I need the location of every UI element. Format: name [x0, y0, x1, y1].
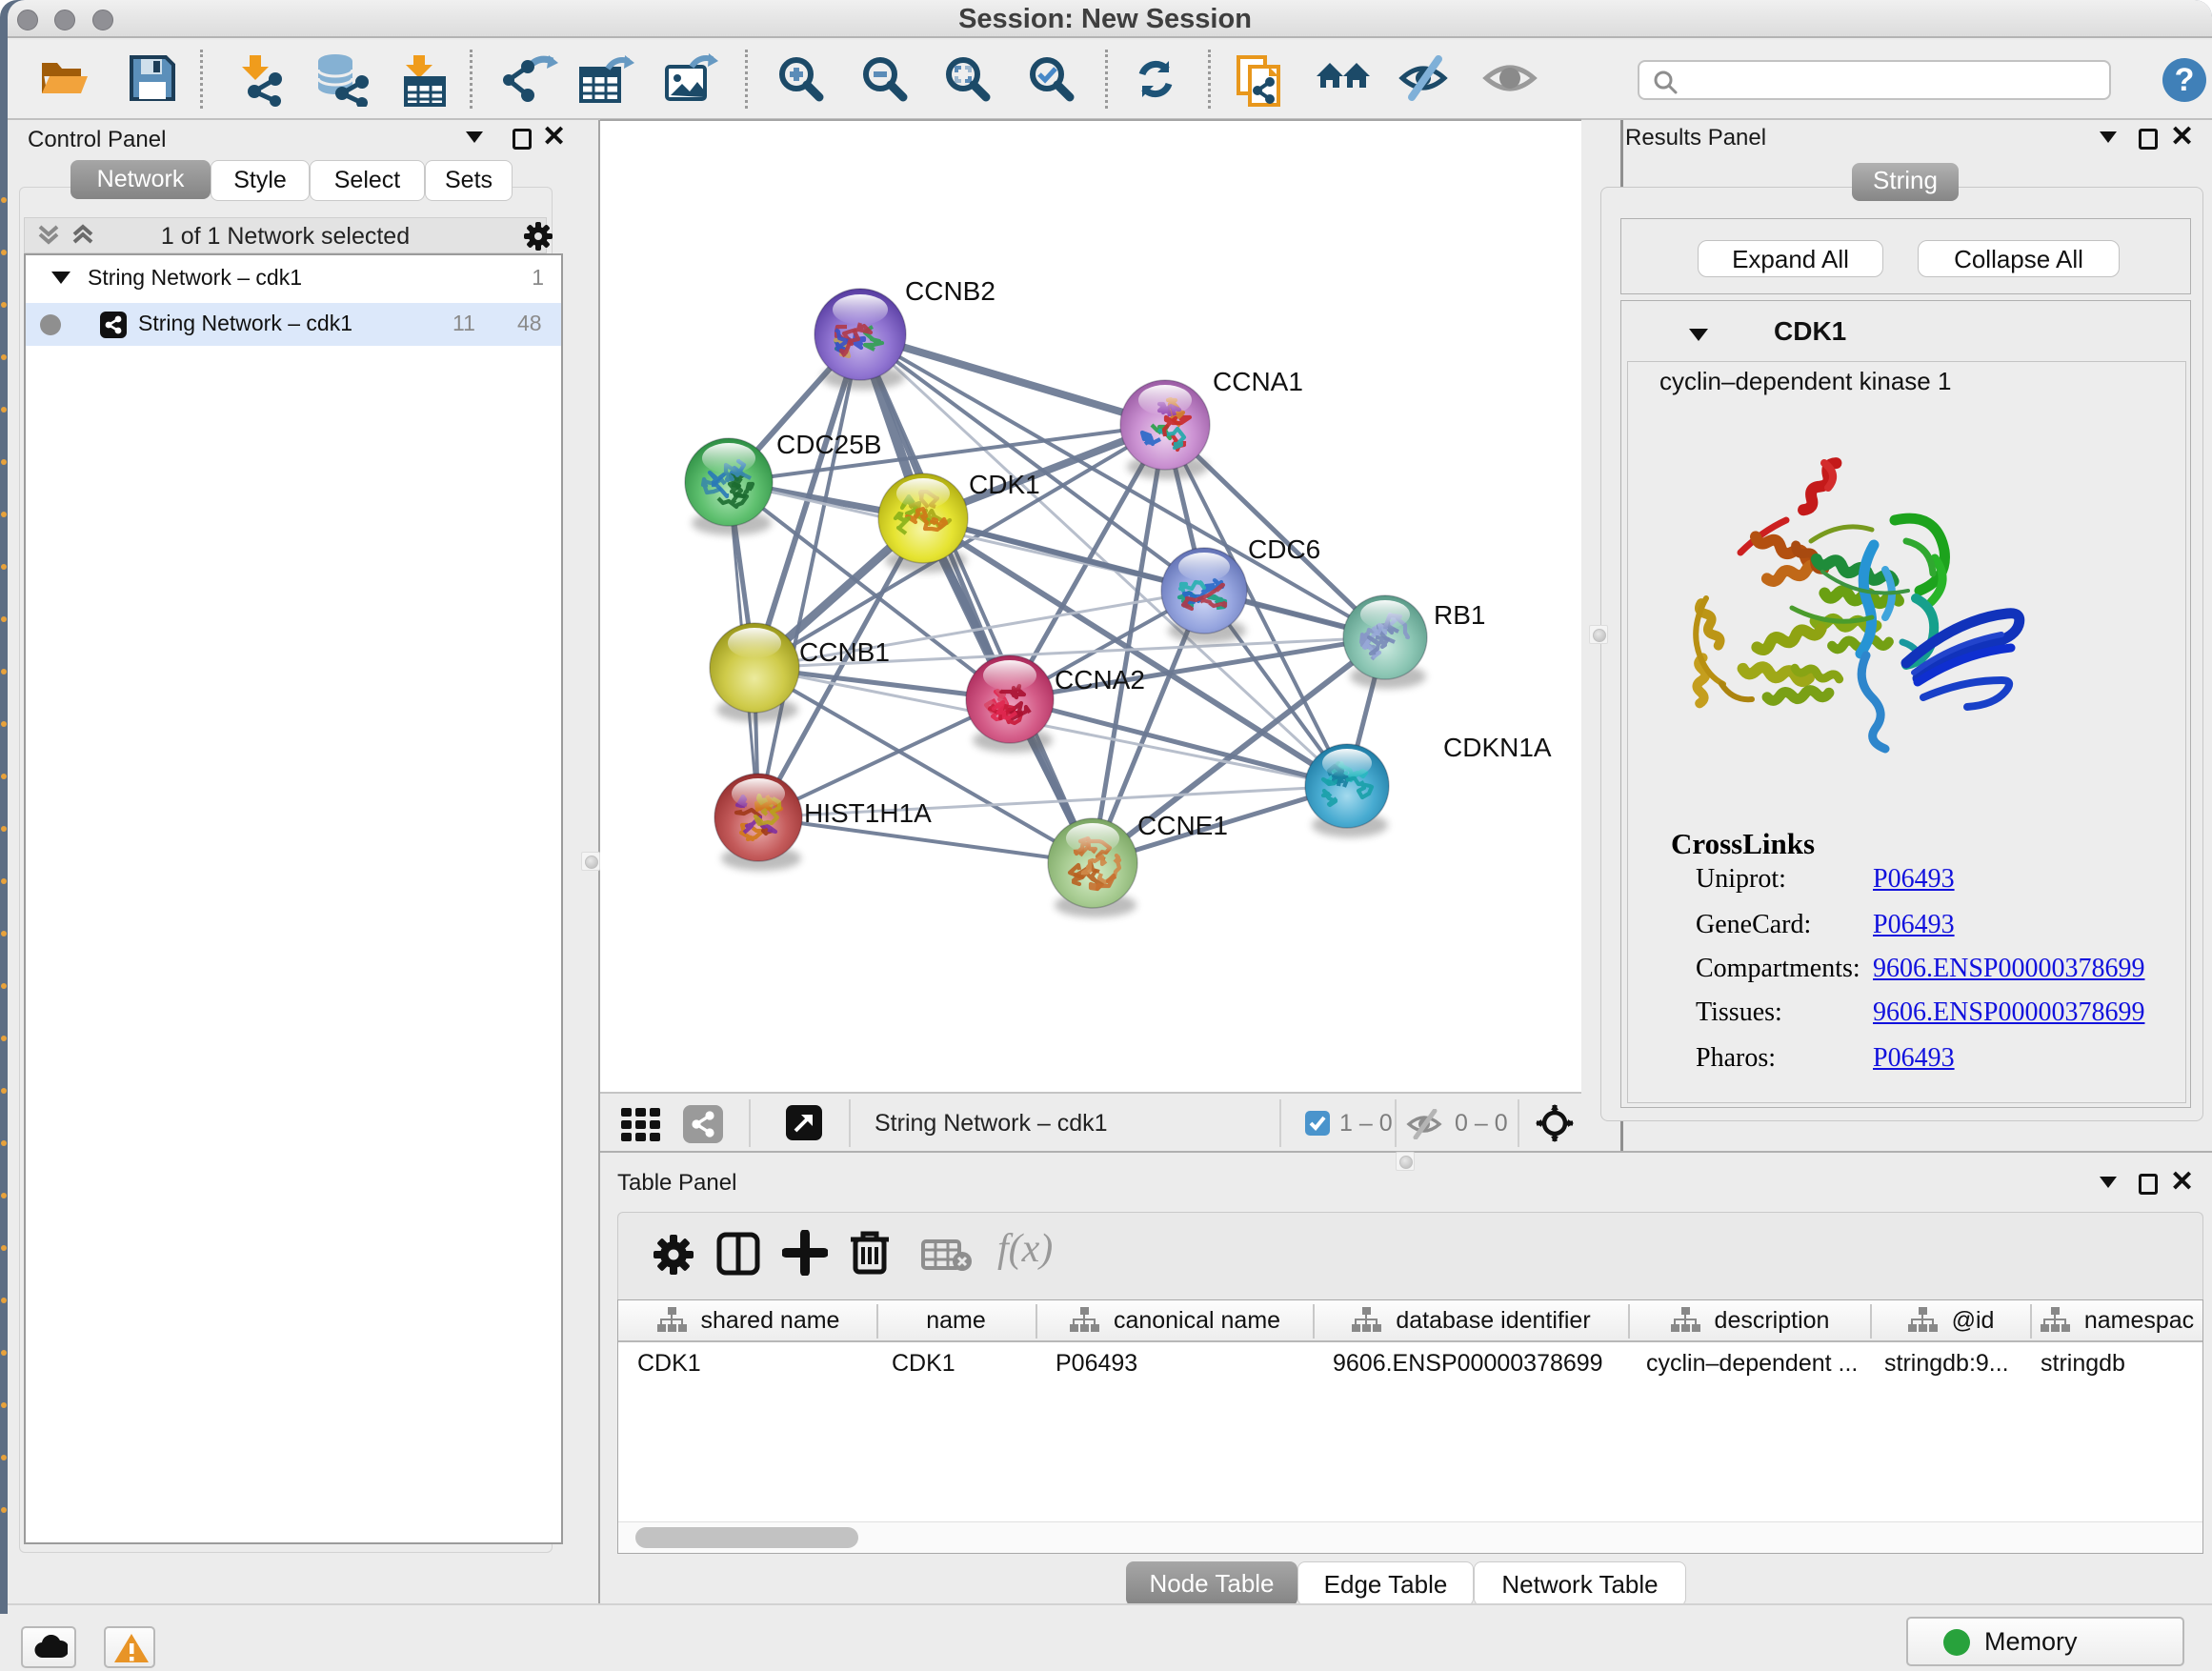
svg-text:CCNB1: CCNB1 — [799, 637, 890, 667]
svg-text:CDC25B: CDC25B — [776, 430, 881, 459]
svg-text:CCNA2: CCNA2 — [1055, 665, 1145, 695]
svg-text:RB1: RB1 — [1434, 600, 1485, 630]
svg-text:CCNA1: CCNA1 — [1213, 367, 1303, 396]
svg-text:CDC6: CDC6 — [1248, 534, 1320, 564]
svg-text:CDK1: CDK1 — [969, 470, 1040, 499]
svg-text:CDKN1A: CDKN1A — [1443, 733, 1552, 762]
svg-text:CCNE1: CCNE1 — [1137, 811, 1228, 840]
svg-text:CCNB2: CCNB2 — [905, 276, 995, 306]
svg-text:HIST1H1A: HIST1H1A — [804, 798, 932, 828]
svg-text:?: ? — [2175, 62, 2195, 98]
